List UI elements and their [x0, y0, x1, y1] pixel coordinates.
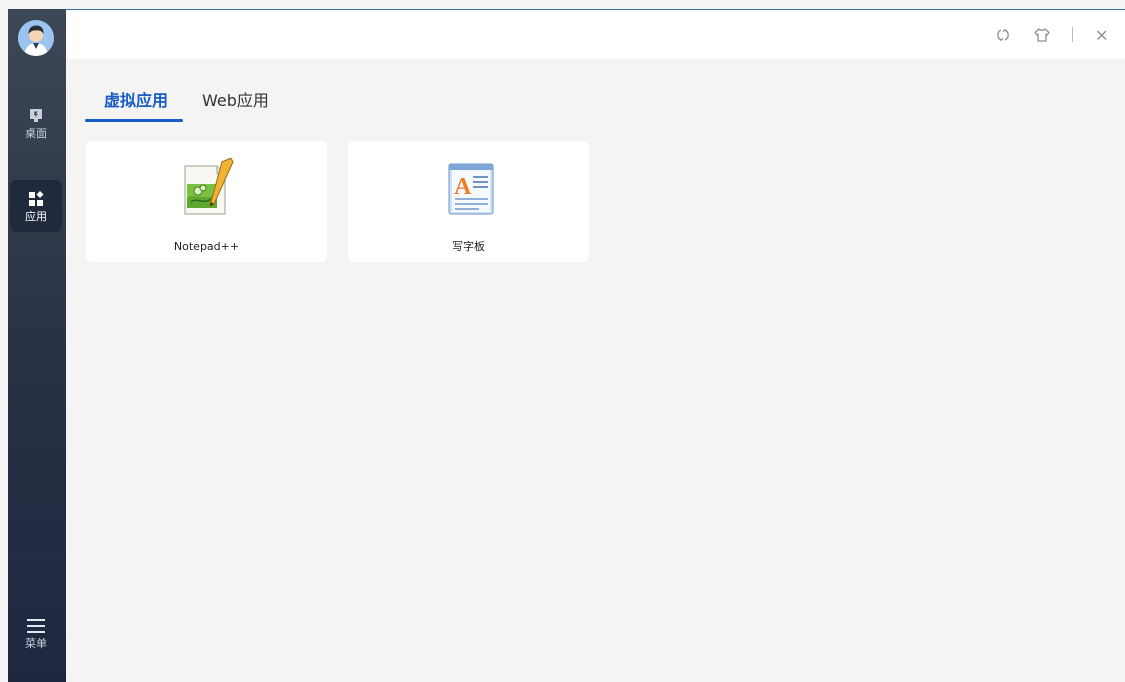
close-button[interactable] [1091, 24, 1113, 46]
refresh-button[interactable] [992, 24, 1014, 46]
sidebar-item-apps[interactable]: 应用 [10, 180, 62, 232]
sidebar-item-label: 应用 [25, 210, 47, 223]
refresh-icon [992, 28, 1014, 50]
app-window: 桌面 应用 菜单 虚拟应用 Web应用 Notepad++ A 写字板 [0, 0, 1125, 682]
titlebar-divider [1072, 27, 1073, 42]
wordpad-icon: A [443, 158, 499, 218]
active-tab-indicator [85, 119, 183, 122]
app-name: Notepad++ [173, 240, 240, 253]
sidebar-item-desktop[interactable]: 桌面 [10, 97, 62, 149]
sidebar-item-menu[interactable]: 菜单 [10, 607, 62, 659]
svg-text:A: A [454, 174, 472, 200]
sidebar-item-label: 菜单 [25, 637, 47, 650]
app-card-wordpad[interactable]: A 写字板 [348, 141, 589, 262]
skin-icon [1031, 28, 1053, 50]
desktop-icon [26, 107, 46, 125]
sidebar: 桌面 应用 菜单 [8, 9, 66, 682]
app-card-notepad-plus-plus[interactable]: Notepad++ [86, 141, 327, 262]
sidebar-item-label: 桌面 [25, 127, 47, 140]
tab-web-apps[interactable]: Web应用 [202, 90, 269, 112]
close-icon [1091, 30, 1113, 50]
hamburger-menu-icon [26, 617, 46, 635]
notepad-plus-plus-icon [181, 157, 237, 218]
title-bar [66, 10, 1125, 59]
tab-virtual-apps[interactable]: 虚拟应用 [104, 90, 168, 112]
apps-icon [26, 190, 46, 208]
app-name: 写字板 [452, 240, 485, 253]
user-avatar[interactable] [18, 20, 54, 56]
skin-button[interactable] [1031, 24, 1053, 46]
